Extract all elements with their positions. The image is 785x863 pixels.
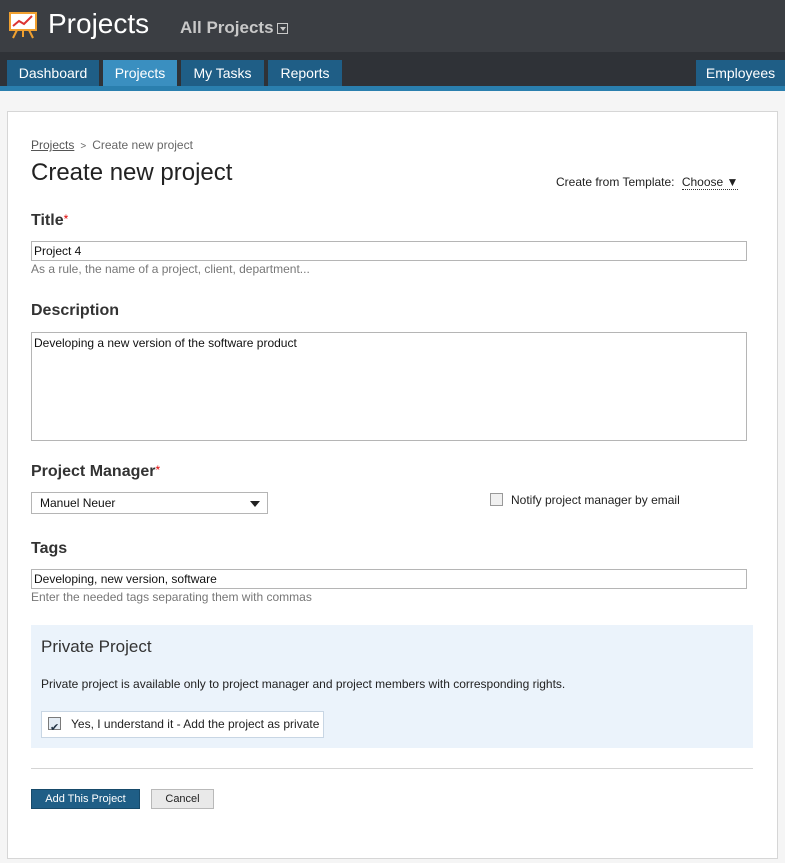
- title-input[interactable]: Project 4: [31, 241, 747, 261]
- tab-projects[interactable]: Projects: [103, 60, 177, 86]
- easel-chart-icon[interactable]: [8, 10, 38, 40]
- notify-checkbox[interactable]: [490, 493, 503, 507]
- accent-strip: [0, 86, 785, 91]
- add-project-button[interactable]: Add This Project: [31, 789, 140, 809]
- tags-input[interactable]: Developing, new version, software: [31, 569, 747, 589]
- template-label: Create from Template:: [556, 175, 675, 189]
- project-selector[interactable]: All Projects: [180, 18, 288, 38]
- tab-my-tasks[interactable]: My Tasks: [181, 60, 264, 86]
- title-label-text: Title: [31, 212, 64, 229]
- template-selector: Create from Template: Choose ▼: [556, 175, 739, 190]
- manager-select[interactable]: Manuel Neuer: [31, 492, 268, 514]
- breadcrumb: Projects > Create new project: [31, 138, 193, 152]
- title-hint: As a rule, the name of a project, client…: [31, 262, 310, 276]
- tab-employees[interactable]: Employees: [696, 60, 785, 86]
- description-label: Description: [31, 302, 120, 319]
- project-selector-label: All Projects: [180, 18, 274, 37]
- page-title: Create new project: [31, 159, 233, 186]
- private-project-option[interactable]: Yes, I understand it - Add the project a…: [41, 711, 325, 740]
- title-label: Title*: [31, 212, 68, 230]
- manager-select-value: Manuel Neuer: [40, 496, 116, 510]
- private-project-description: Private project is available only to pro…: [41, 677, 566, 691]
- required-mark: *: [63, 212, 69, 226]
- tags-label: Tags: [31, 540, 68, 557]
- divider: [31, 768, 753, 769]
- tab-dashboard[interactable]: Dashboard: [7, 60, 99, 86]
- breadcrumb-current: Create new project: [92, 138, 193, 152]
- manager-label-text: Project Manager: [31, 463, 156, 480]
- breadcrumb-projects-link[interactable]: Projects: [31, 138, 74, 152]
- private-checkbox[interactable]: [48, 715, 61, 740]
- description-textarea[interactable]: Developing a new version of the software…: [31, 332, 747, 441]
- dropdown-arrow-icon: [250, 501, 260, 507]
- notify-label: Notify project manager by email: [511, 493, 680, 507]
- breadcrumb-separator: >: [80, 141, 87, 152]
- cancel-button[interactable]: Cancel: [151, 789, 214, 809]
- private-project-title: Private Project: [41, 637, 152, 656]
- private-check-label: Yes, I understand it - Add the project a…: [71, 717, 320, 731]
- chevron-down-icon: [276, 23, 288, 34]
- manager-label: Project Manager*: [31, 463, 160, 481]
- required-mark: *: [155, 463, 161, 477]
- tab-reports[interactable]: Reports: [268, 60, 342, 86]
- app-title: Projects: [48, 8, 150, 39]
- notify-manager-option: Notify project manager by email: [490, 493, 680, 507]
- private-project-section: Private Project Private project is avail…: [31, 625, 753, 748]
- tags-hint: Enter the needed tags separating them wi…: [31, 590, 312, 604]
- template-choose-dropdown[interactable]: Choose ▼: [681, 175, 739, 190]
